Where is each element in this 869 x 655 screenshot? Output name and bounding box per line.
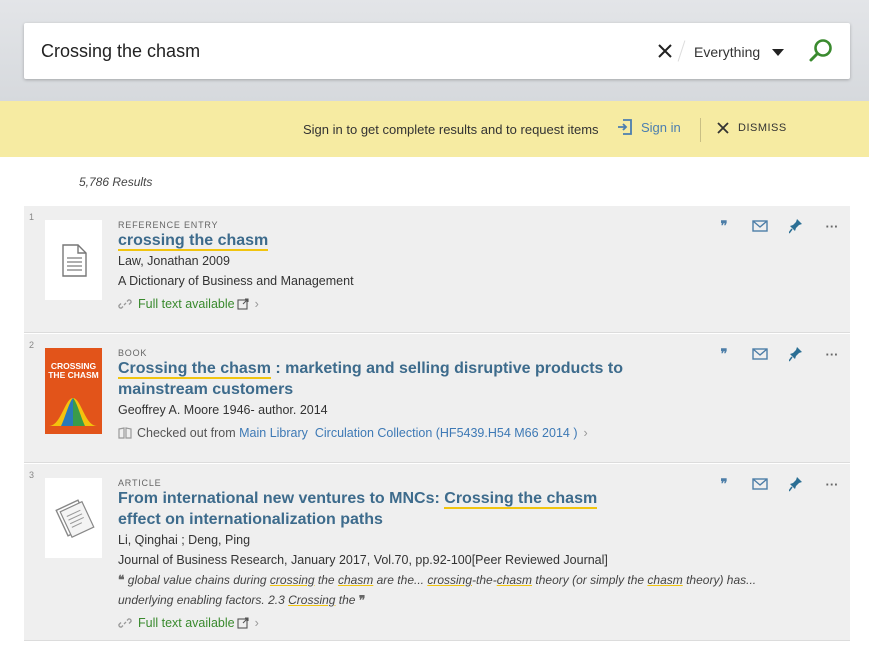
signin-link[interactable]: Sign in — [617, 118, 681, 136]
ellipsis-icon: ··· — [825, 346, 839, 362]
ellipsis-icon: ··· — [825, 476, 839, 492]
result-body: REFERENCE ENTRY crossing the chasm Law, … — [118, 220, 690, 311]
email-button[interactable] — [742, 216, 778, 236]
result-body: ARTICLE From international new ventures … — [118, 478, 780, 630]
search-scope-select[interactable]: Everything — [694, 41, 785, 63]
close-icon — [658, 44, 672, 58]
result-type: REFERENCE ENTRY — [118, 220, 219, 230]
result-snippet: ❝ global value chains during crossing th… — [118, 573, 757, 607]
more-actions-button[interactable]: ··· — [814, 344, 850, 364]
quote-icon: ❞ — [720, 218, 728, 233]
result-item: 3 ARTICLE From international new venture… — [24, 464, 850, 641]
mail-icon — [752, 220, 768, 232]
article-icon — [55, 499, 95, 539]
result-title[interactable]: Crossing the chasm : marketing and selli… — [118, 358, 690, 400]
book-cover[interactable]: CROSSING THE CHASM — [45, 348, 102, 434]
signin-message: Sign in to get complete results and to r… — [303, 122, 599, 137]
results-count: 5,786 Results — [79, 175, 153, 189]
result-item: 1 REFERENCE ENTRY crossing the chasm Law… — [24, 206, 850, 333]
pin-button[interactable] — [778, 216, 814, 236]
result-author: Law, Jonathan 2009 — [118, 254, 230, 268]
result-index: 2 — [29, 340, 35, 350]
bell-curve-graphic — [49, 398, 97, 426]
result-index: 1 — [29, 212, 35, 222]
cite-button[interactable]: ❞ — [706, 344, 742, 364]
result-title[interactable]: From international new ventures to MNCs:… — [118, 488, 618, 530]
quote-icon: ❞ — [720, 346, 728, 361]
result-type: BOOK — [118, 348, 148, 358]
more-actions-button[interactable]: ··· — [814, 216, 850, 236]
result-source: A Dictionary of Business and Management — [118, 274, 354, 288]
chevron-right-icon: › — [583, 426, 588, 440]
chevron-right-icon: › — [254, 297, 259, 311]
pin-icon — [789, 219, 802, 234]
ellipsis-icon: ··· — [825, 218, 839, 234]
more-actions-button[interactable]: ··· — [814, 474, 850, 494]
availability-link[interactable]: Checked out from Main Library Circulatio… — [118, 426, 690, 440]
result-index: 3 — [29, 470, 35, 480]
result-title[interactable]: crossing the chasm — [118, 230, 690, 251]
pin-button[interactable] — [778, 344, 814, 364]
result-source: Journal of Business Research, January 20… — [118, 553, 608, 567]
email-button[interactable] — [742, 474, 778, 494]
document-thumbnail[interactable] — [45, 220, 102, 300]
banner-divider — [700, 118, 701, 142]
result-type: ARTICLE — [118, 478, 162, 488]
pin-button[interactable] — [778, 474, 814, 494]
book-cover-title: CROSSING THE CHASM — [48, 361, 99, 380]
mail-icon — [752, 478, 768, 490]
search-header: Everything — [0, 0, 869, 101]
cite-button[interactable]: ❞ — [706, 474, 742, 494]
external-link-icon — [237, 617, 249, 629]
close-quote-icon: ❞ — [358, 593, 366, 607]
result-item: 2 CROSSING THE CHASM BOOK Crossing the c… — [24, 334, 850, 463]
search-box: Everything — [24, 23, 850, 79]
clear-search-button[interactable] — [654, 39, 676, 63]
document-icon — [62, 244, 87, 277]
link-icon — [118, 299, 132, 309]
close-icon — [717, 122, 729, 134]
search-button[interactable] — [807, 37, 835, 65]
mail-icon — [752, 348, 768, 360]
search-scope-label: Everything — [694, 44, 761, 60]
result-author: Geoffrey A. Moore 1946- author. 2014 — [118, 403, 328, 417]
availability-link[interactable]: Full text available › — [118, 297, 690, 311]
article-thumbnail[interactable] — [45, 478, 102, 558]
result-body: BOOK Crossing the chasm : marketing and … — [118, 348, 690, 440]
scope-divider — [677, 40, 686, 62]
cite-button[interactable]: ❞ — [706, 216, 742, 236]
pin-icon — [789, 347, 802, 362]
signin-banner: Sign in to get complete results and to r… — [0, 101, 869, 157]
quote-icon: ❞ — [720, 476, 728, 491]
email-button[interactable] — [742, 344, 778, 364]
result-actions: ❞ ··· — [706, 474, 850, 494]
link-icon — [118, 618, 132, 628]
dismiss-label: DISMISS — [738, 122, 787, 134]
search-icon — [809, 39, 832, 62]
pin-icon — [789, 477, 802, 492]
search-input[interactable] — [41, 37, 641, 65]
result-actions: ❞ ··· — [706, 344, 850, 364]
signin-label: Sign in — [641, 119, 681, 135]
external-link-icon — [237, 298, 249, 310]
book-icon — [118, 427, 132, 439]
caret-down-icon — [772, 48, 785, 56]
result-author: Li, Qinghai ; Deng, Ping — [118, 533, 251, 547]
chevron-right-icon: › — [254, 616, 259, 630]
availability-link[interactable]: Full text available › — [118, 616, 780, 630]
dismiss-button[interactable]: DISMISS — [716, 121, 787, 135]
result-actions: ❞ ··· — [706, 216, 850, 236]
sign-in-icon — [618, 119, 632, 135]
